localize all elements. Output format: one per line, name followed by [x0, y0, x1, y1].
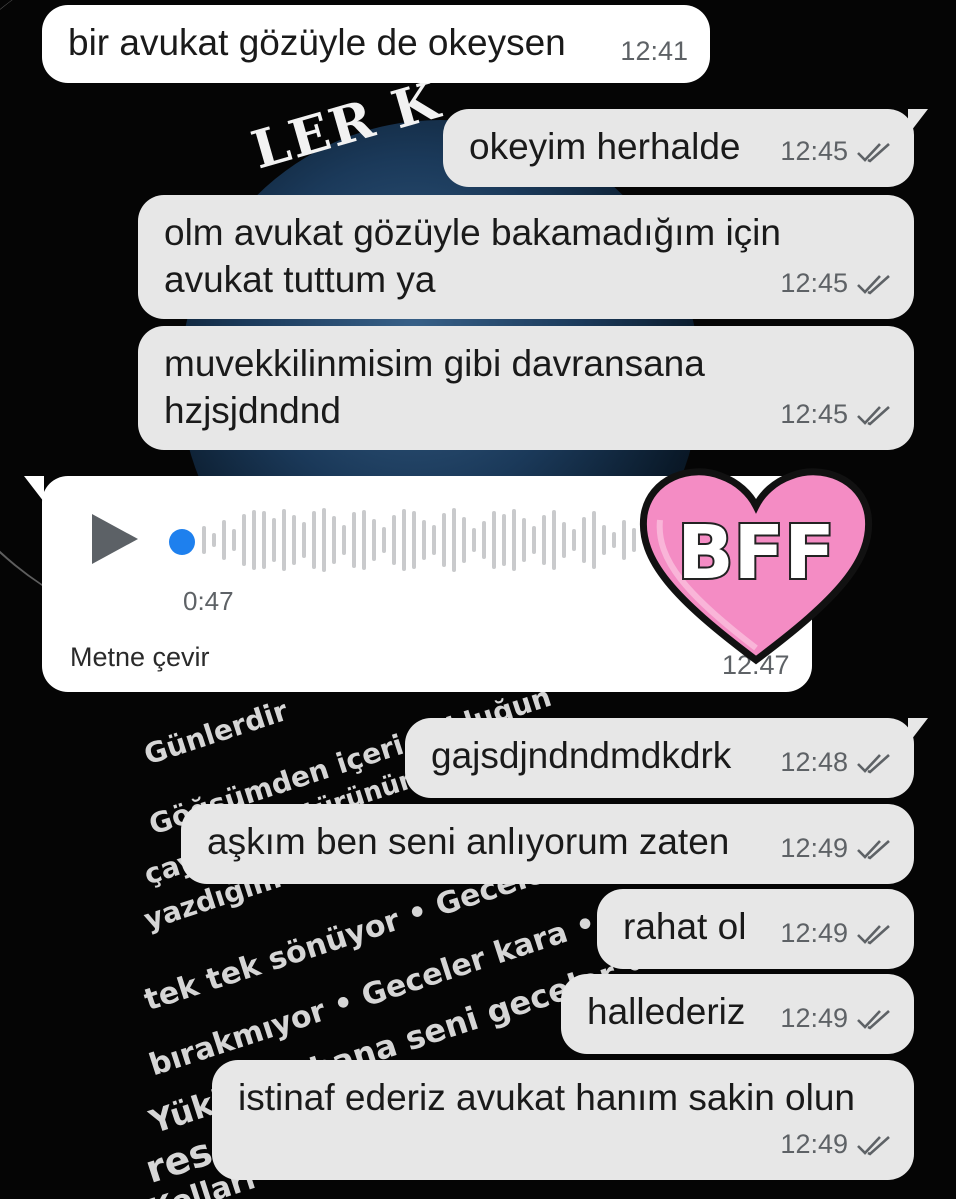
waveform-bar [492, 511, 496, 569]
double-check-icon [857, 405, 890, 426]
waveform-bar [212, 533, 216, 547]
bubble-tail [24, 476, 44, 502]
message-time: 12:41 [620, 36, 688, 66]
message-time: 12:49 [780, 833, 848, 863]
waveform-bar [252, 510, 256, 570]
waveform-bar [602, 525, 606, 555]
waveform-bar [542, 515, 546, 565]
double-check-icon [857, 1009, 890, 1030]
wallpaper-line: Günlerdir [140, 694, 292, 772]
waveform-bar [582, 517, 586, 563]
message-bubble-outgoing[interactable]: istinaf ederiz avukat hanım sakin olun 1… [212, 1060, 914, 1180]
voice-waveform[interactable] [198, 505, 638, 575]
message-bubble-outgoing[interactable]: olm avukat gözüyle bakamadığım için avuk… [138, 195, 914, 319]
waveform-bar [432, 525, 436, 555]
waveform-bar [502, 514, 506, 566]
waveform-bar [312, 511, 316, 569]
waveform-bar [482, 521, 486, 559]
double-check-icon [857, 1135, 890, 1156]
waveform-bar [462, 517, 466, 563]
waveform-bar [332, 516, 336, 564]
message-time: 12:45 [780, 136, 848, 166]
waveform-bar [242, 514, 246, 566]
waveform-bar [412, 511, 416, 569]
message-bubble-outgoing[interactable]: gajsdjndndmdkdrk 12:48 [405, 718, 928, 798]
waveform-bar [512, 509, 516, 571]
waveform-bar [372, 519, 376, 561]
message-time: 12:49 [780, 1129, 848, 1159]
message-time: 12:49 [780, 918, 848, 948]
voice-duration: 0:47 [183, 586, 234, 616]
waveform-bar [522, 518, 526, 562]
message-time: 12:49 [780, 1003, 848, 1033]
waveform-bar [262, 511, 266, 569]
waveform-bar [322, 508, 326, 572]
waveform-bar [272, 518, 276, 562]
double-check-icon [857, 142, 890, 163]
double-check-icon [857, 274, 890, 295]
waveform-bar [292, 515, 296, 565]
sticker-text: BFF [677, 510, 835, 596]
waveform-bar [342, 525, 346, 555]
waveform-bar [532, 526, 536, 554]
waveform-bar [612, 532, 616, 548]
waveform-bar [382, 527, 386, 553]
message-text-line: muvekkilinmisim gibi davransana [164, 343, 705, 384]
double-check-icon [857, 839, 890, 860]
double-check-icon [857, 924, 890, 945]
waveform-bar [622, 520, 626, 560]
bff-heart-sticker: BFF [639, 468, 873, 665]
message-bubble-outgoing[interactable]: okeyim herhalde 12:45 [443, 109, 928, 187]
message-bubble-outgoing[interactable]: rahat ol 12:49 [597, 889, 914, 969]
message-text: bir avukat gözüyle de okeysen [68, 22, 566, 63]
message-bubble-outgoing[interactable]: hallederiz 12:49 [561, 974, 914, 1054]
waveform-bar [452, 508, 456, 572]
waveform-bar [442, 513, 446, 567]
waveform-bar [422, 520, 426, 560]
play-icon[interactable] [92, 514, 138, 564]
waveform-bar [402, 509, 406, 571]
waveform-bar [472, 528, 476, 552]
waveform-bar [302, 522, 306, 558]
waveform-bar [392, 515, 396, 565]
seek-handle[interactable] [169, 529, 195, 555]
waveform-bar [592, 511, 596, 569]
message-bubble-outgoing[interactable]: muvekkilinmisim gibi davransana hzjsjdnd… [138, 326, 914, 450]
message-bubble-outgoing[interactable]: aşkım ben seni anlıyorum zaten 12:49 [181, 804, 914, 884]
message-bubble-incoming[interactable]: bir avukat gözüyle de okeysen 12:41 [42, 5, 710, 83]
waveform-bar [552, 510, 556, 570]
waveform-bar [362, 510, 366, 570]
bubble-tail [908, 109, 928, 135]
transcribe-button[interactable]: Metne çevir [70, 642, 210, 673]
waveform-bar [202, 526, 206, 554]
bubble-tail [908, 718, 928, 744]
waveform-bar [232, 529, 236, 551]
waveform-bar [282, 509, 286, 571]
message-time: 12:45 [780, 399, 848, 429]
double-check-icon [857, 753, 890, 774]
waveform-bar [352, 512, 356, 568]
message-text-line: olm avukat gözüyle bakamadığım için [164, 212, 781, 253]
waveform-bar [222, 520, 226, 560]
message-time: 12:48 [780, 747, 848, 777]
message-text: istinaf ederiz avukat hanım sakin olun [238, 1077, 856, 1118]
waveform-bar [572, 529, 576, 551]
waveform-bar [562, 522, 566, 558]
message-time: 12:45 [780, 268, 848, 298]
